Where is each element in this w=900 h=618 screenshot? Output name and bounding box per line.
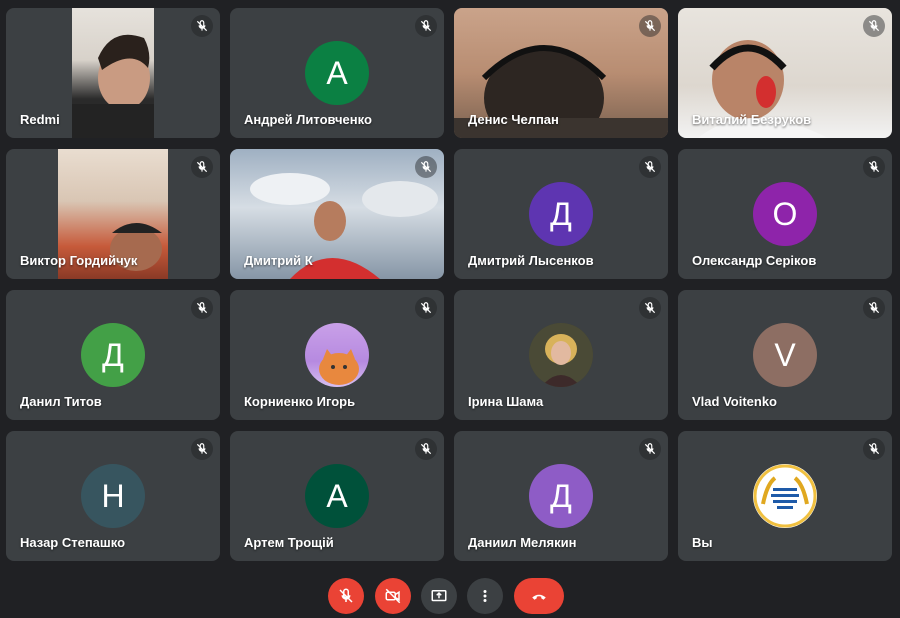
participant-tile[interactable]: Д Дмитрий Лысенков [454, 149, 668, 279]
avatar: Н [81, 464, 145, 528]
mic-off-icon [639, 156, 661, 178]
mic-off-icon [191, 15, 213, 37]
participant-name: Данил Титов [20, 394, 102, 409]
avatar [529, 323, 593, 387]
participant-tile[interactable]: Корниенко Игорь [230, 290, 444, 420]
participant-tile[interactable]: А Андрей Литовченко [230, 8, 444, 138]
mic-off-icon [191, 438, 213, 460]
mic-off-icon [415, 15, 437, 37]
mic-off-icon [415, 297, 437, 319]
mic-off-icon [191, 297, 213, 319]
mic-off-icon [415, 156, 437, 178]
participant-tile[interactable]: Дмитрий К [230, 149, 444, 279]
mic-off-icon [863, 438, 885, 460]
participant-tile[interactable]: О Олександр Серіков [678, 149, 892, 279]
participant-name: Даниил Мелякин [468, 535, 577, 550]
participant-name: Дмитрий К [244, 253, 313, 268]
participant-name: Артем Трощій [244, 535, 334, 550]
hang-up-button[interactable] [514, 578, 564, 614]
mic-off-icon [415, 438, 437, 460]
mic-off-icon [639, 297, 661, 319]
mic-off-icon [639, 15, 661, 37]
avatar: О [753, 182, 817, 246]
participant-name: Vlad Voitenko [692, 394, 777, 409]
participant-name: Назар Степашко [20, 535, 126, 550]
participant-tile[interactable]: Виктор Гордийчук [6, 149, 220, 279]
avatar: Д [529, 182, 593, 246]
camera-toggle-button[interactable] [375, 578, 411, 614]
participant-name: Дмитрий Лысенков [468, 253, 594, 268]
participant-tile[interactable]: Денис Челпан [454, 8, 668, 138]
participant-tile[interactable]: Виталий Безруков [678, 8, 892, 138]
participant-name: Вы [692, 535, 713, 550]
present-button[interactable] [421, 578, 457, 614]
participant-name: Андрей Литовченко [244, 112, 372, 127]
participant-grid: Redmi А Андрей Литовченко Денис Челпан В… [6, 8, 892, 561]
avatar [305, 323, 369, 387]
mic-off-icon [639, 438, 661, 460]
avatar: V [753, 323, 817, 387]
call-controls [0, 578, 900, 618]
participant-tile[interactable]: V Vlad Voitenko [678, 290, 892, 420]
mic-toggle-button[interactable] [328, 578, 364, 614]
more-options-button[interactable] [467, 578, 503, 614]
participant-tile[interactable]: Д Даниил Мелякин [454, 431, 668, 561]
mic-off-icon [863, 297, 885, 319]
participant-name: Ірина Шама [468, 394, 544, 409]
participant-tile[interactable]: Redmi [6, 8, 220, 138]
participant-tile[interactable]: Вы [678, 431, 892, 561]
participant-name: Виталий Безруков [692, 112, 812, 127]
avatar: А [305, 464, 369, 528]
avatar: Д [529, 464, 593, 528]
avatar: А [305, 41, 369, 105]
participant-name: Redmi [20, 112, 60, 127]
participant-name: Денис Челпан [468, 112, 559, 127]
participant-name: Виктор Гордийчук [20, 253, 138, 268]
participant-name: Олександр Серіков [692, 253, 817, 268]
participant-tile[interactable]: Ірина Шама [454, 290, 668, 420]
participant-tile[interactable]: А Артем Трощій [230, 431, 444, 561]
participant-tile[interactable]: Д Данил Титов [6, 290, 220, 420]
avatar [753, 464, 817, 528]
more-vert-icon [483, 590, 487, 602]
camera-off-icon [385, 588, 401, 604]
mic-off-icon [191, 156, 213, 178]
mic-off-icon [339, 588, 353, 603]
video-feed [72, 8, 154, 138]
present-icon [431, 590, 447, 602]
avatar: Д [81, 323, 145, 387]
mic-off-icon [863, 15, 885, 37]
hang-up-icon [532, 594, 546, 600]
mic-off-icon [863, 156, 885, 178]
participant-name: Корниенко Игорь [244, 394, 356, 409]
participant-tile[interactable]: Н Назар Степашко [6, 431, 220, 561]
